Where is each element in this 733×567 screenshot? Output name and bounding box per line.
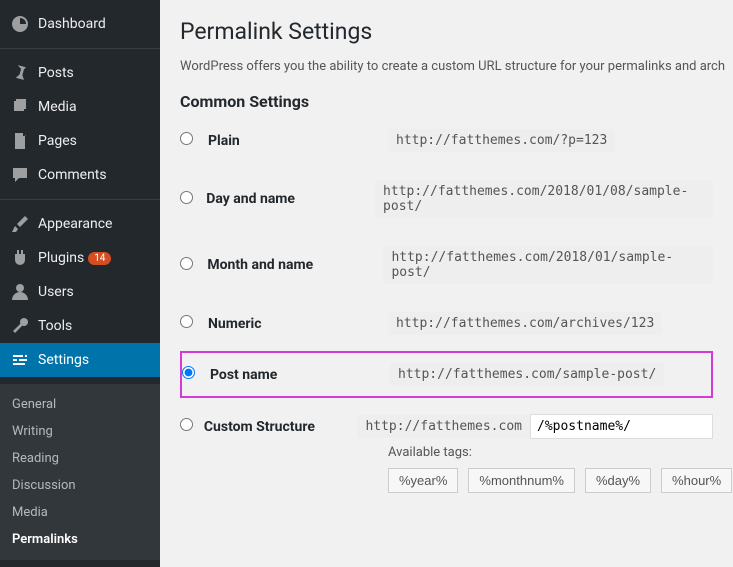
sidebar-label: Appearance — [38, 216, 112, 232]
option-label: Month and name — [207, 257, 383, 273]
tag-year[interactable]: %year% — [388, 468, 458, 493]
option-label: Numeric — [208, 316, 388, 332]
sidebar-item-tools[interactable]: Tools — [0, 309, 160, 343]
option-url: http://fatthemes.com/?p=123 — [388, 129, 615, 152]
sidebar-label: Media — [38, 99, 77, 115]
sliders-icon — [10, 350, 30, 370]
tag-hour[interactable]: %hour% — [661, 468, 732, 493]
option-plain: Plain http://fatthemes.com/?p=123 — [180, 129, 713, 152]
wrench-icon — [10, 316, 30, 336]
option-url: http://fatthemes.com/archives/123 — [388, 312, 662, 335]
admin-sidebar: Dashboard Posts Media Pages Comments App… — [0, 0, 160, 567]
submenu-discussion[interactable]: Discussion — [0, 472, 160, 499]
sidebar-label: Tools — [38, 318, 72, 334]
radio-custom[interactable] — [180, 418, 193, 431]
update-badge: 14 — [88, 252, 111, 265]
page-icon — [10, 131, 30, 151]
tag-buttons: %year% %monthnum% %day% %hour% — [388, 468, 713, 493]
media-icon — [10, 97, 30, 117]
radio-postname[interactable] — [182, 366, 195, 379]
page-description: WordPress offers you the ability to crea… — [180, 59, 713, 74]
custom-structure-input[interactable] — [530, 414, 713, 439]
option-postname: Post name http://fatthemes.com/sample-po… — [180, 351, 713, 398]
option-label: Post name — [210, 367, 390, 383]
sidebar-item-users[interactable]: Users — [0, 275, 160, 309]
option-custom: Custom Structure http://fatthemes.com — [180, 414, 713, 439]
settings-submenu: General Writing Reading Discussion Media… — [0, 384, 160, 560]
sidebar-item-plugins[interactable]: Plugins 14 — [0, 241, 160, 275]
option-url: http://fatthemes.com/sample-post/ — [390, 363, 664, 386]
sidebar-item-dashboard[interactable]: Dashboard — [0, 7, 160, 41]
plugin-icon — [10, 248, 30, 268]
main-content: Permalink Settings WordPress offers you … — [160, 0, 733, 567]
submenu-reading[interactable]: Reading — [0, 445, 160, 472]
radio-plain[interactable] — [180, 132, 193, 145]
radio-monthname[interactable] — [180, 257, 193, 270]
option-label: Plain — [208, 133, 388, 149]
sidebar-label: Pages — [38, 133, 77, 149]
sidebar-item-pages[interactable]: Pages — [0, 124, 160, 158]
option-url: http://fatthemes.com/2018/01/08/sample-p… — [375, 180, 713, 218]
submenu-permalinks[interactable]: Permalinks — [0, 526, 160, 553]
sidebar-label: Posts — [38, 65, 74, 81]
section-heading: Common Settings — [180, 92, 713, 111]
sidebar-item-settings[interactable]: Settings — [0, 343, 160, 377]
brush-icon — [10, 214, 30, 234]
sidebar-label: Dashboard — [38, 16, 106, 32]
submenu-general[interactable]: General — [0, 391, 160, 418]
sidebar-item-comments[interactable]: Comments — [0, 158, 160, 192]
sidebar-item-media[interactable]: Media — [0, 90, 160, 124]
radio-numeric[interactable] — [180, 315, 193, 328]
tag-monthnum[interactable]: %monthnum% — [468, 468, 575, 493]
submenu-writing[interactable]: Writing — [0, 418, 160, 445]
page-title: Permalink Settings — [180, 18, 713, 45]
sidebar-label: Settings — [38, 352, 89, 368]
option-label: Custom Structure — [204, 419, 358, 435]
sidebar-label: Comments — [38, 167, 107, 183]
radio-dayname[interactable] — [180, 191, 193, 204]
dashboard-icon — [10, 14, 30, 34]
option-monthname: Month and name http://fatthemes.com/2018… — [180, 246, 713, 284]
user-icon — [10, 282, 30, 302]
sidebar-item-appearance[interactable]: Appearance — [0, 207, 160, 241]
option-label: Day and name — [206, 191, 375, 207]
pin-icon — [10, 63, 30, 83]
custom-base-url: http://fatthemes.com — [357, 415, 530, 438]
tag-day[interactable]: %day% — [585, 468, 651, 493]
option-numeric: Numeric http://fatthemes.com/archives/12… — [180, 312, 713, 335]
sidebar-item-posts[interactable]: Posts — [0, 56, 160, 90]
available-tags-label: Available tags: — [388, 445, 713, 460]
submenu-media[interactable]: Media — [0, 499, 160, 526]
sidebar-label: Users — [38, 284, 74, 300]
sidebar-label: Plugins — [38, 250, 84, 266]
option-url: http://fatthemes.com/2018/01/sample-post… — [383, 246, 713, 284]
comment-icon — [10, 165, 30, 185]
option-dayname: Day and name http://fatthemes.com/2018/0… — [180, 180, 713, 218]
